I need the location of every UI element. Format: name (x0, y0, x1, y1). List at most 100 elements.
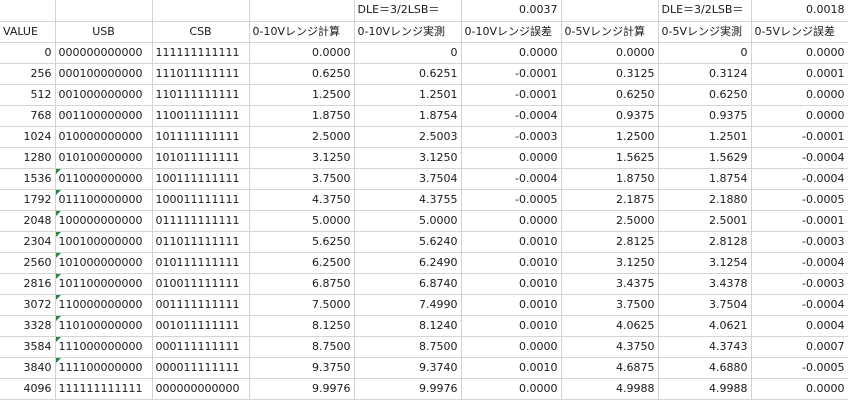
dle-value-5v[interactable]: 0.0018 (751, 0, 848, 22)
cell-5v-error[interactable]: 0.0001 (751, 63, 848, 85)
cell-csb[interactable]: 111011111111 (152, 63, 250, 85)
cell-10v-error[interactable]: -0.0001 (461, 84, 562, 106)
cell-csb[interactable]: 001011111111 (152, 315, 250, 337)
cell-value[interactable]: 0 (0, 42, 56, 64)
cell-usb[interactable]: 000000000000 (55, 42, 153, 64)
cell[interactable] (55, 0, 153, 22)
cell-usb[interactable]: 111100000000 (55, 357, 153, 379)
cell-10v-calc[interactable]: 3.1250 (249, 147, 355, 169)
cell-5v-calc[interactable]: 0.6250 (561, 84, 659, 106)
cell-10v-error[interactable]: -0.0004 (461, 105, 562, 127)
cell-10v-calc[interactable]: 2.5000 (249, 126, 355, 148)
cell-5v-calc[interactable]: 0.9375 (561, 105, 659, 127)
cell-10v-calc[interactable]: 9.9976 (249, 378, 355, 400)
cell[interactable] (152, 0, 250, 22)
cell-usb[interactable]: 000100000000 (55, 63, 153, 85)
cell-5v-error[interactable]: 0.0000 (751, 42, 848, 64)
cell-value[interactable]: 1536 (0, 168, 56, 190)
cell-10v-calc[interactable]: 6.2500 (249, 252, 355, 274)
cell-5v-error[interactable]: 0.0000 (751, 378, 848, 400)
cell-10v-error[interactable]: 0.0000 (461, 210, 562, 232)
cell-10v-error[interactable]: 0.0000 (461, 42, 562, 64)
cell-10v-measured[interactable]: 8.7500 (354, 336, 462, 358)
cell-10v-measured[interactable]: 6.8740 (354, 273, 462, 295)
cell-5v-calc[interactable]: 2.1875 (561, 189, 659, 211)
cell-value[interactable]: 2560 (0, 252, 56, 274)
cell-csb[interactable]: 001111111111 (152, 294, 250, 316)
cell-5v-measured[interactable]: 4.0621 (658, 315, 752, 337)
cell-value[interactable]: 3072 (0, 294, 56, 316)
cell-value[interactable]: 2816 (0, 273, 56, 295)
header-usb[interactable]: USB (55, 21, 153, 43)
cell-10v-error[interactable]: 0.0010 (461, 252, 562, 274)
cell-10v-measured[interactable]: 1.8754 (354, 105, 462, 127)
dle-value-10v[interactable]: 0.0037 (461, 0, 562, 22)
cell-5v-measured[interactable]: 1.2501 (658, 126, 752, 148)
cell-usb[interactable]: 101100000000 (55, 273, 153, 295)
cell-5v-error[interactable]: -0.0004 (751, 252, 848, 274)
header-10v-calc[interactable]: 0-10Vレンジ計算 (249, 21, 355, 43)
cell-usb[interactable]: 101000000000 (55, 252, 153, 274)
cell-csb[interactable]: 101011111111 (152, 147, 250, 169)
cell-10v-error[interactable]: 0.0010 (461, 273, 562, 295)
cell-10v-measured[interactable]: 0 (354, 42, 462, 64)
cell-5v-measured[interactable]: 3.1254 (658, 252, 752, 274)
cell-10v-error[interactable]: 0.0010 (461, 294, 562, 316)
cell[interactable] (249, 0, 355, 22)
cell-value[interactable]: 3584 (0, 336, 56, 358)
cell-10v-measured[interactable]: 0.6251 (354, 63, 462, 85)
cell-5v-calc[interactable]: 3.1250 (561, 252, 659, 274)
cell-10v-error[interactable]: 0.0000 (461, 378, 562, 400)
cell-5v-measured[interactable]: 2.5001 (658, 210, 752, 232)
cell-5v-error[interactable]: 0.0000 (751, 84, 848, 106)
cell-10v-error[interactable]: -0.0004 (461, 168, 562, 190)
cell-5v-measured[interactable]: 3.4378 (658, 273, 752, 295)
cell-10v-calc[interactable]: 0.0000 (249, 42, 355, 64)
cell-5v-error[interactable]: -0.0003 (751, 273, 848, 295)
cell-5v-error[interactable]: -0.0004 (751, 147, 848, 169)
cell-10v-measured[interactable]: 9.3740 (354, 357, 462, 379)
cell-5v-error[interactable]: -0.0005 (751, 189, 848, 211)
cell-5v-calc[interactable]: 0.3125 (561, 63, 659, 85)
cell-5v-calc[interactable]: 1.5625 (561, 147, 659, 169)
cell-10v-error[interactable]: 0.0010 (461, 315, 562, 337)
header-5v-error[interactable]: 0-5Vレンジ誤差 (751, 21, 848, 43)
cell-usb[interactable]: 100000000000 (55, 210, 153, 232)
cell-5v-measured[interactable]: 1.8754 (658, 168, 752, 190)
cell-csb[interactable]: 000111111111 (152, 336, 250, 358)
header-10v-error[interactable]: 0-10Vレンジ誤差 (461, 21, 562, 43)
cell-5v-measured[interactable]: 2.8128 (658, 231, 752, 253)
cell-5v-measured[interactable]: 0.3124 (658, 63, 752, 85)
cell-5v-measured[interactable]: 0 (658, 42, 752, 64)
cell-5v-calc[interactable]: 4.6875 (561, 357, 659, 379)
cell-10v-error[interactable]: -0.0005 (461, 189, 562, 211)
cell-csb[interactable]: 100011111111 (152, 189, 250, 211)
cell-5v-calc[interactable]: 4.0625 (561, 315, 659, 337)
cell-5v-measured[interactable]: 4.6880 (658, 357, 752, 379)
cell-csb[interactable]: 110011111111 (152, 105, 250, 127)
cell-5v-error[interactable]: -0.0001 (751, 126, 848, 148)
cell-5v-calc[interactable]: 3.4375 (561, 273, 659, 295)
cell-5v-measured[interactable]: 4.9988 (658, 378, 752, 400)
cell-10v-measured[interactable]: 1.2501 (354, 84, 462, 106)
cell-10v-error[interactable]: -0.0003 (461, 126, 562, 148)
cell-5v-calc[interactable]: 1.2500 (561, 126, 659, 148)
cell-10v-calc[interactable]: 1.2500 (249, 84, 355, 106)
cell-value[interactable]: 2048 (0, 210, 56, 232)
cell-10v-measured[interactable]: 5.6240 (354, 231, 462, 253)
header-10v-measured[interactable]: 0-10Vレンジ実測 (354, 21, 462, 43)
cell-usb[interactable]: 011000000000 (55, 168, 153, 190)
cell-10v-calc[interactable]: 6.8750 (249, 273, 355, 295)
cell-5v-measured[interactable]: 1.5629 (658, 147, 752, 169)
cell-10v-measured[interactable]: 6.2490 (354, 252, 462, 274)
cell-10v-error[interactable]: 0.0000 (461, 336, 562, 358)
cell-5v-error[interactable]: 0.0004 (751, 315, 848, 337)
cell-5v-error[interactable]: 0.0007 (751, 336, 848, 358)
header-value[interactable]: VALUE (0, 21, 56, 43)
cell-5v-error[interactable]: 0.0000 (751, 105, 848, 127)
cell-value[interactable]: 3328 (0, 315, 56, 337)
cell-10v-measured[interactable]: 3.7504 (354, 168, 462, 190)
cell-10v-calc[interactable]: 0.6250 (249, 63, 355, 85)
cell-csb[interactable]: 100111111111 (152, 168, 250, 190)
header-5v-measured[interactable]: 0-5Vレンジ実測 (658, 21, 752, 43)
